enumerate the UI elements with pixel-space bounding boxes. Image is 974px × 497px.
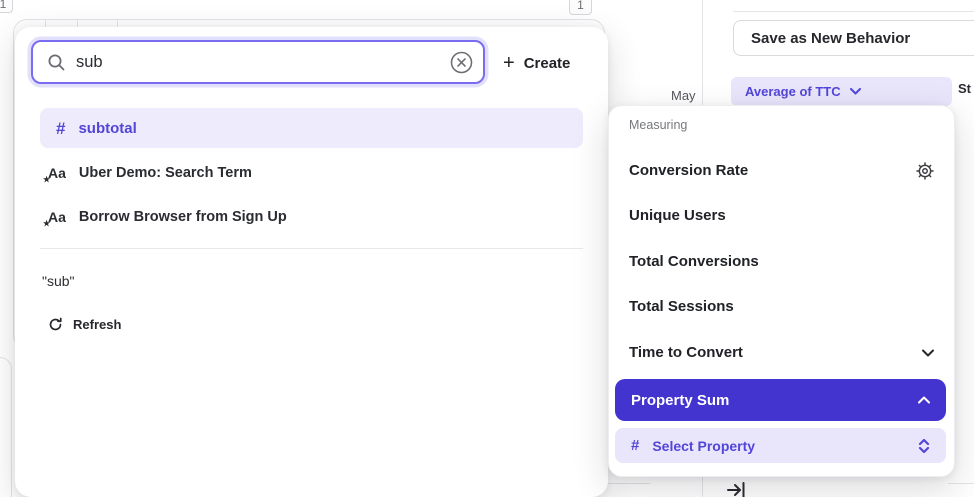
- metric-dropdown-pill[interactable]: Average of TTC: [731, 77, 952, 106]
- menu-item-label: Total Sessions: [629, 298, 734, 315]
- metric-dropdown-label: Average of TTC: [745, 84, 841, 99]
- create-button-label: Create: [524, 55, 571, 72]
- measuring-menu-header: Measuring: [629, 118, 687, 132]
- gear-icon[interactable]: [916, 162, 934, 180]
- background-tab-separator: [77, 20, 78, 27]
- text-type-glyph: Aa: [48, 165, 66, 181]
- background-card-lower: [0, 357, 12, 497]
- arrow-to-bar-icon: [727, 482, 747, 497]
- up-down-selector-icon: [918, 439, 930, 453]
- measuring-dropdown-menu: Measuring Conversion Rate Unique Users T…: [608, 105, 955, 477]
- search-result-row[interactable]: Aa ★ Borrow Browser from Sign Up: [40, 197, 583, 237]
- create-button[interactable]: + Create: [503, 48, 570, 78]
- text-property-icon: Aa ★: [48, 210, 66, 224]
- menu-item-label: Total Conversions: [629, 253, 759, 270]
- menu-item-time-to-convert[interactable]: Time to Convert: [609, 330, 954, 375]
- search-box[interactable]: [31, 40, 485, 84]
- menu-item-label: Unique Users: [629, 207, 726, 224]
- grid-hline-bottom-right: [948, 483, 974, 484]
- number-property-icon: #: [56, 120, 65, 137]
- annotation-badge: 1: [0, 0, 13, 13]
- star-badge-icon: ★: [43, 220, 50, 228]
- refresh-button[interactable]: Refresh: [48, 312, 121, 336]
- background-tab-separator: [117, 20, 118, 27]
- search-query-echo: "sub": [42, 273, 75, 289]
- annotation-badge-label: 1: [577, 0, 584, 12]
- search-icon: [47, 53, 66, 72]
- save-as-new-behavior-label: Save as New Behavior: [751, 30, 910, 47]
- background-tab-separator: [45, 20, 46, 27]
- search-result-row[interactable]: Aa ★ Uber Demo: Search Term: [40, 153, 583, 193]
- select-property-label: Select Property: [652, 438, 755, 454]
- chevron-up-icon: [918, 396, 930, 404]
- menu-item-label: Conversion Rate: [629, 162, 748, 179]
- chevron-down-icon: [850, 88, 861, 95]
- number-property-icon: #: [631, 438, 639, 453]
- menu-item-total-conversions[interactable]: Total Conversions: [609, 239, 954, 284]
- plus-icon: +: [503, 53, 515, 73]
- refresh-label: Refresh: [73, 317, 121, 332]
- annotation-badge-label: 1: [0, 0, 6, 11]
- save-as-new-behavior-button[interactable]: Save as New Behavior: [733, 20, 974, 56]
- star-badge-icon: ★: [43, 176, 50, 184]
- annotation-badge: 1: [569, 0, 592, 15]
- app-canvas: 1 1 May St Save as New Behavior Average …: [0, 0, 974, 497]
- clear-search-button[interactable]: [449, 50, 474, 75]
- results-divider: [40, 248, 583, 249]
- search-dropdown-panel: + Create # subtotal Aa ★ Uber Demo: Sear…: [15, 27, 608, 497]
- menu-item-label: Time to Convert: [629, 344, 743, 361]
- grid-hline-bottom-left: [608, 483, 650, 484]
- search-result-subtotal[interactable]: # subtotal: [40, 108, 583, 148]
- refresh-icon: [48, 317, 63, 332]
- select-property-dropdown[interactable]: # Select Property: [615, 428, 946, 463]
- text-property-icon: Aa ★: [48, 166, 66, 180]
- search-input[interactable]: [76, 53, 439, 72]
- chevron-down-icon: [922, 349, 934, 357]
- menu-item-label: Property Sum: [631, 392, 729, 409]
- menu-item-property-sum-selected[interactable]: Property Sum: [615, 379, 946, 421]
- menu-item-total-sessions[interactable]: Total Sessions: [609, 284, 954, 329]
- axis-month-label: May: [671, 88, 696, 103]
- text-type-glyph: Aa: [48, 209, 66, 225]
- partial-right-label: St: [958, 81, 971, 96]
- search-result-label: Uber Demo: Search Term: [79, 165, 252, 181]
- menu-item-conversion-rate[interactable]: Conversion Rate: [609, 148, 954, 193]
- search-result-label: subtotal: [78, 120, 136, 137]
- search-result-label: Borrow Browser from Sign Up: [79, 209, 287, 225]
- menu-item-unique-users[interactable]: Unique Users: [609, 193, 954, 238]
- grid-hline-top: [733, 11, 974, 12]
